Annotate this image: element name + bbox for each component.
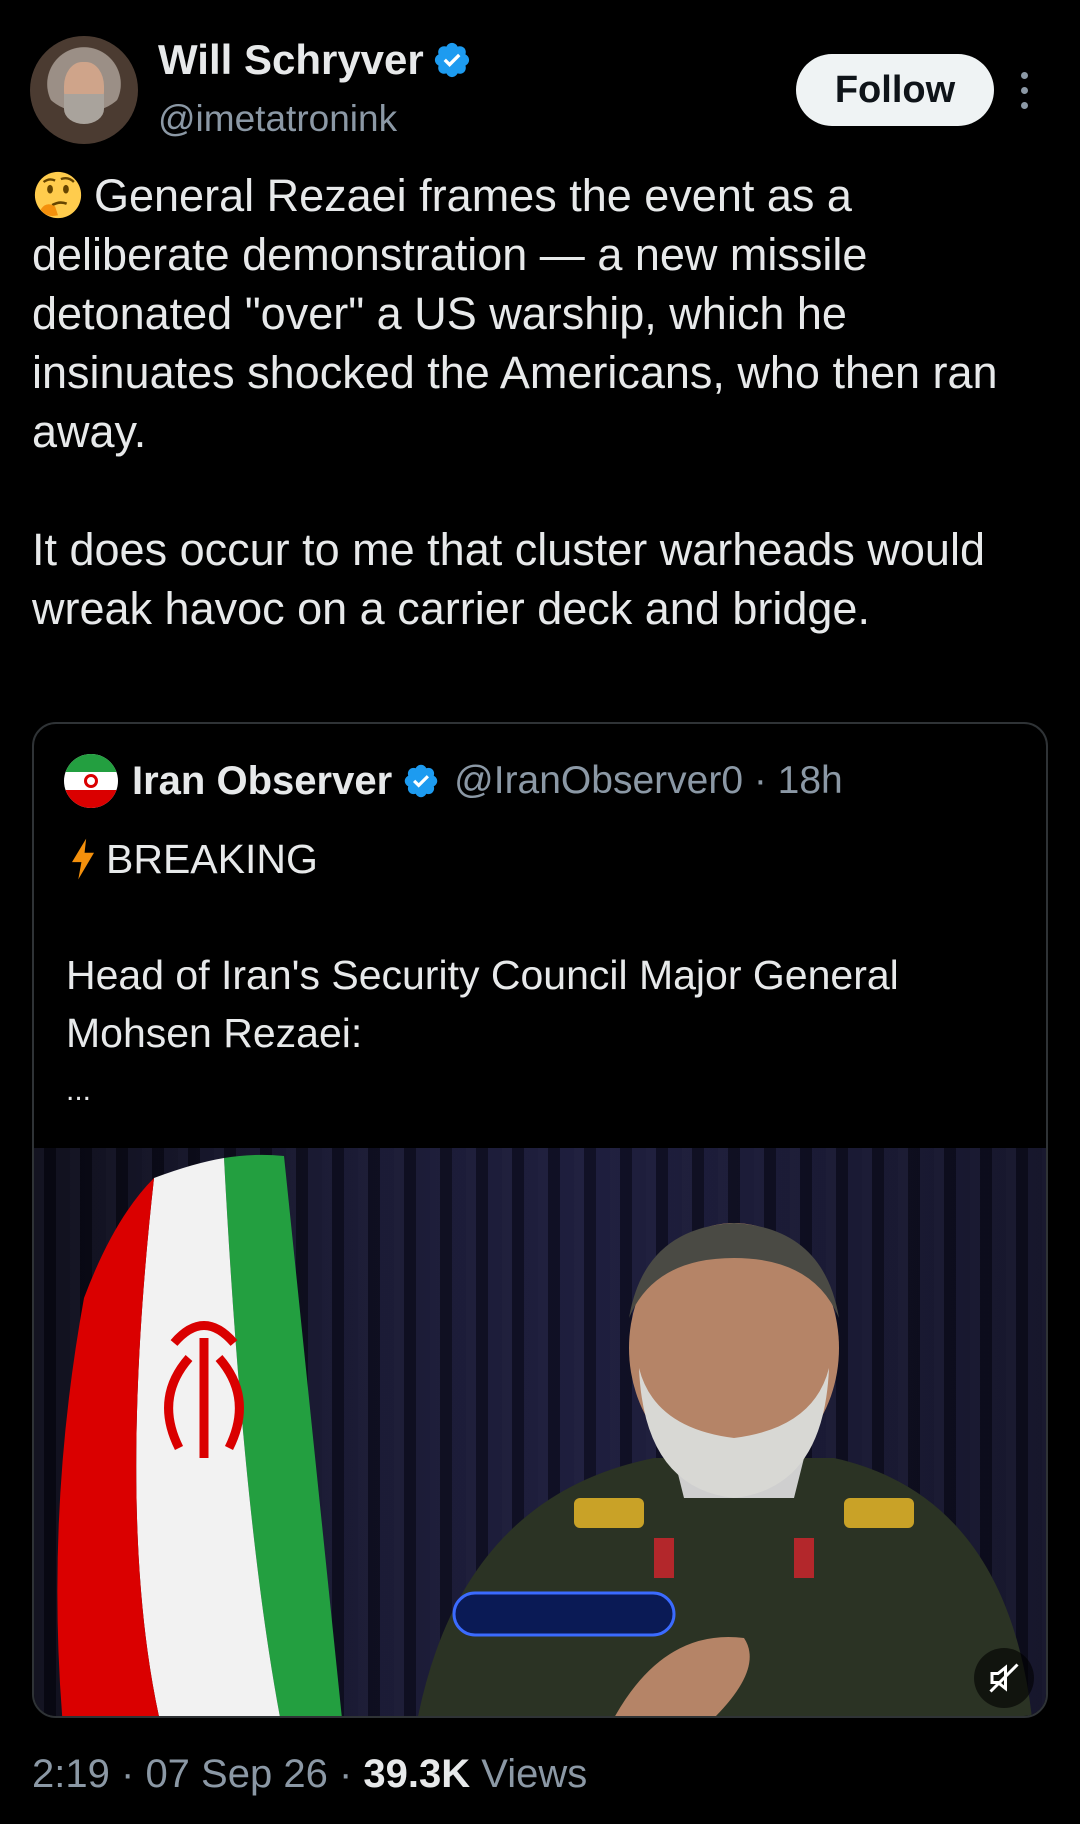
tweet-meta: 2:19 · 07 Sep 26 · 39.3K Views <box>32 1752 587 1797</box>
quoted-handle-time: @IranObserver0 · 18h <box>454 759 843 802</box>
quoted-tweet-header: Iran Observer @IranObserver0 · 18h <box>64 754 843 808</box>
tweet-date[interactable]: 07 Sep 26 <box>145 1752 327 1796</box>
views-label: Views <box>481 1752 588 1796</box>
quoted-tweet-text: BREAKING Head of Iran's Security Council… <box>66 830 1026 1120</box>
quoted-line-2: Head of Iran's Security Council Major Ge… <box>66 952 899 1056</box>
more-vertical-icon[interactable] <box>1012 62 1036 118</box>
avatar-beard <box>64 94 104 124</box>
thinking-face-icon <box>34 171 82 219</box>
quoted-video[interactable] <box>34 1148 1046 1716</box>
speaker-image <box>418 1223 1032 1716</box>
tweet-paragraph-2: It does occur to me that cluster warhead… <box>32 524 985 634</box>
verified-badge-icon <box>404 764 438 798</box>
muted-speaker-icon <box>989 1663 1019 1693</box>
tweet-text: General Rezaei frames the event as a del… <box>32 166 1042 638</box>
follow-button[interactable]: Follow <box>796 54 994 126</box>
verified-badge-icon <box>434 42 469 78</box>
author-avatar[interactable] <box>30 36 138 144</box>
tweet-paragraph-1-text: General Rezaei frames the event as a del… <box>32 170 998 457</box>
tweet-paragraph-1: General Rezaei frames the event as a del… <box>32 166 1042 461</box>
iran-flag-image <box>57 1154 342 1716</box>
mute-button[interactable] <box>974 1648 1034 1708</box>
tweet-header: Will Schryver @imetatronink Follow <box>30 34 1050 154</box>
author-handle[interactable]: @imetatronink <box>158 98 397 140</box>
author-display-name[interactable]: Will Schryver <box>158 36 424 84</box>
meta-separator: · <box>120 1752 135 1796</box>
quoted-author-name[interactable]: Iran Observer <box>132 759 392 804</box>
views-count[interactable]: 39.3K <box>363 1752 470 1796</box>
quoted-author-avatar[interactable] <box>64 754 118 808</box>
quoted-ellipsis: ... <box>66 1074 92 1107</box>
meta-separator: · <box>338 1752 353 1796</box>
quoted-line-1: BREAKING <box>66 830 1026 888</box>
author-name-row[interactable]: Will Schryver <box>158 36 472 84</box>
quoted-tweet[interactable]: Iran Observer @IranObserver0 · 18h BREAK… <box>32 722 1048 1718</box>
lightning-icon <box>72 838 94 880</box>
tweet-time[interactable]: 2:19 <box>32 1752 110 1796</box>
quoted-line-1-text: BREAKING <box>106 836 318 882</box>
